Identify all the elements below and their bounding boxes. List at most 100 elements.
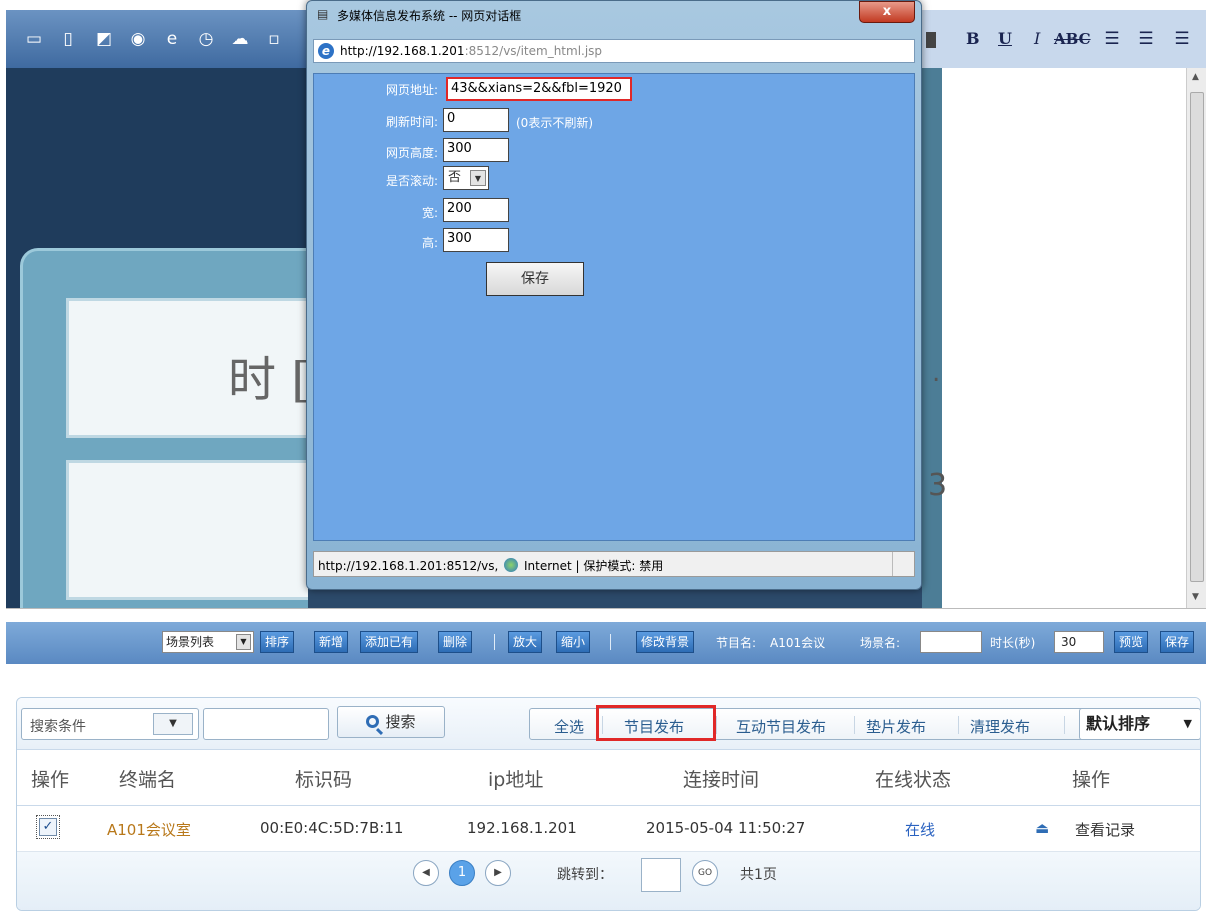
column-header: 在线状态: [875, 769, 952, 791]
view-records-link[interactable]: 查看记录: [1075, 819, 1135, 840]
chevron-down-icon[interactable]: ▼: [153, 713, 193, 735]
online-status: 在线: [905, 821, 936, 839]
duration-input[interactable]: 30: [1054, 631, 1104, 653]
scene-list-select[interactable]: 场景列表 ▼: [162, 631, 254, 653]
zoom-out-button[interactable]: 缩小: [556, 631, 591, 653]
scene-toolbar: 场景列表 ▼ 排序 新增 添加已有 删除 放大 缩小 修改背景 节目名: A10…: [6, 622, 1206, 664]
bold-button[interactable]: B: [966, 26, 980, 52]
clear-publish-button[interactable]: 清理发布: [970, 716, 1030, 737]
pagination: ◀ 1 ▶ 跳转到： GO 共1页: [17, 852, 1200, 910]
refresh-input[interactable]: 0: [443, 108, 509, 132]
change-background-button[interactable]: 修改背景: [636, 631, 695, 653]
terminal-id: 00:E0:4C:5D:7B:11: [260, 819, 404, 837]
search-condition-label: 搜索条件: [30, 719, 86, 735]
flash-icon[interactable]: ◉: [126, 27, 150, 51]
sort-button[interactable]: 排序: [260, 631, 295, 653]
page-number-button[interactable]: 1: [449, 860, 475, 886]
italic-button[interactable]: I: [1034, 26, 1040, 52]
save-button[interactable]: 保存: [486, 262, 584, 296]
design-canvas-edge: [922, 68, 942, 608]
table-row: ✓ A101会议室 00:E0:4C:5D:7B:11 192.168.1.20…: [17, 806, 1200, 852]
url-input[interactable]: 43&&xians=2&&fbl=1920: [446, 77, 632, 101]
sort-select[interactable]: 默认排序 ▼: [1079, 708, 1200, 740]
canvas-row: [66, 460, 308, 600]
monitor-icon[interactable]: ▭: [22, 27, 46, 51]
search-button[interactable]: 搜索: [337, 706, 445, 738]
text-box-icon[interactable]: ▫: [262, 27, 286, 51]
dialog-titlebar[interactable]: ▤ 多媒体信息发布系统 -- 网页对话框 x: [307, 1, 923, 31]
scene-list-label: 场景列表: [166, 635, 215, 649]
design-canvas[interactable]: [6, 68, 308, 608]
url-label: 网页地址:: [385, 83, 438, 97]
scene-name-input[interactable]: [920, 631, 982, 653]
divider: [494, 634, 495, 650]
search-input[interactable]: [203, 708, 329, 740]
align-right-icon[interactable]: ☰: [1170, 27, 1194, 51]
table-header: 操作 终端名 标识码 ip地址 连接时间 在线状态 操作: [17, 750, 1200, 806]
terminal-name[interactable]: A101会议室: [107, 819, 191, 840]
strikethrough-button[interactable]: ABC: [1054, 26, 1091, 52]
column-header: 终端名: [119, 769, 177, 791]
filter-bar: 搜索条件 ▼ 搜索 全选 节目发布 互动节目发布 垫片发布 清理发布 默认排序 …: [17, 698, 1200, 750]
row-checkbox[interactable]: ✓: [36, 815, 60, 839]
height-input[interactable]: 300: [443, 228, 509, 252]
globe-icon: [504, 558, 519, 572]
next-page-icon[interactable]: ▶: [485, 860, 511, 886]
status-text: http://192.168.1.201:8512/vs, Internet |…: [318, 558, 664, 573]
page-height-label: 网页高度:: [385, 146, 438, 160]
search-icon: [366, 715, 380, 728]
scroll-select[interactable]: 否 ▼: [443, 166, 489, 190]
align-left-icon[interactable]: ☰: [1100, 27, 1124, 51]
chevron-down-icon[interactable]: ▼: [470, 170, 486, 186]
scroll-up-icon[interactable]: ▲: [1192, 72, 1199, 82]
underline-button[interactable]: U: [998, 26, 1012, 52]
goto-page-input[interactable]: [641, 858, 681, 892]
publish-filler-button[interactable]: 垫片发布: [866, 716, 926, 737]
scroll-select-value: 否: [448, 170, 462, 185]
prev-page-icon[interactable]: ◀: [413, 860, 439, 886]
divider: [610, 634, 611, 650]
save-program-button[interactable]: 保存: [1160, 631, 1195, 653]
align-center-icon[interactable]: ☰: [1134, 27, 1158, 51]
delete-button[interactable]: 删除: [438, 631, 473, 653]
document-icon[interactable]: ▯: [56, 27, 80, 51]
search-condition-select[interactable]: 搜索条件 ▼: [21, 708, 199, 740]
go-button[interactable]: GO: [692, 860, 718, 886]
image-icon[interactable]: ◩: [92, 27, 116, 51]
column-header: ip地址: [488, 769, 544, 791]
font-dropdown-arrow[interactable]: [926, 32, 936, 48]
height-label: 高:: [421, 236, 438, 250]
canvas-time-text: 时 [: [228, 352, 310, 408]
width-label: 宽:: [421, 206, 438, 220]
new-scene-button[interactable]: 新增: [314, 631, 349, 653]
upload-icon[interactable]: ⏏: [1035, 819, 1053, 837]
clock-icon[interactable]: ◷: [194, 27, 218, 51]
web-page-icon[interactable]: e: [160, 27, 184, 51]
publish-interactive-button[interactable]: 互动节目发布: [736, 716, 826, 737]
width-input[interactable]: 200: [443, 198, 509, 222]
zoom-in-button[interactable]: 放大: [508, 631, 543, 653]
resize-grip[interactable]: [892, 552, 914, 576]
select-all-button[interactable]: 全选: [554, 716, 584, 737]
program-name-value: A101会议: [770, 636, 826, 650]
chevron-down-icon[interactable]: ▼: [1184, 709, 1192, 739]
dialog-form: 网页地址: 43&&xians=2&&fbl=1920 刷新时间: 0 (0表示…: [313, 73, 915, 541]
page-height-input[interactable]: 300: [443, 138, 509, 162]
scrollbar-thumb[interactable]: [1190, 92, 1204, 582]
divider: [854, 716, 855, 734]
canvas-blank-area[interactable]: . 3: [928, 68, 1186, 608]
chevron-down-icon[interactable]: ▼: [236, 634, 251, 650]
connect-time: 2015-05-04 11:50:27: [646, 819, 806, 837]
column-header: 连接时间: [683, 769, 760, 791]
preview-button[interactable]: 预览: [1114, 631, 1149, 653]
scroll-down-icon[interactable]: ▼: [1192, 592, 1199, 602]
scroll-label: 是否滚动:: [385, 174, 438, 188]
column-header: 操作: [31, 769, 70, 791]
goto-label: 跳转到：: [557, 867, 613, 883]
weather-icon[interactable]: ☁: [228, 27, 252, 51]
vertical-scrollbar[interactable]: ▲ ▼: [1186, 68, 1206, 608]
terminal-ip: 192.168.1.201: [467, 819, 577, 837]
total-pages: 共1页: [740, 867, 777, 883]
add-existing-button[interactable]: 添加已有: [360, 631, 419, 653]
close-button[interactable]: x: [859, 1, 915, 23]
